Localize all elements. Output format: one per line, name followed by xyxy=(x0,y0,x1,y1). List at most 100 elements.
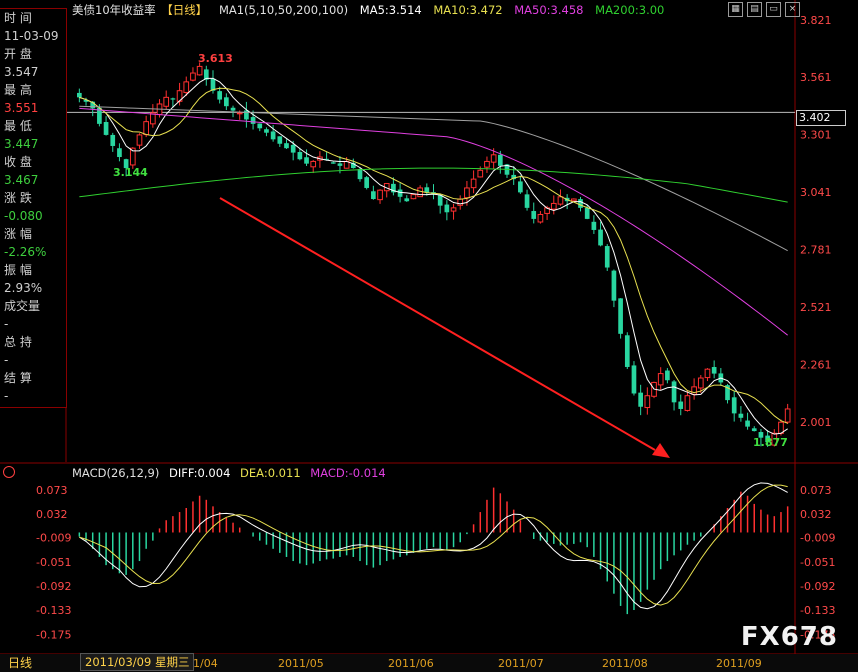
macd-tick-label: -0.133 xyxy=(800,604,835,617)
candle-body xyxy=(598,229,603,246)
candle-body xyxy=(745,420,750,427)
chart-toolbar: ▦ ▤ ▭ × xyxy=(728,2,800,17)
candle-body xyxy=(570,198,577,202)
candle-body xyxy=(404,198,410,202)
candle-body xyxy=(236,112,243,115)
ma5-line xyxy=(79,77,788,435)
candle-body xyxy=(310,160,317,168)
candle-body xyxy=(270,131,276,140)
candle-body xyxy=(731,397,737,414)
candle-body xyxy=(624,335,630,367)
candle-body xyxy=(103,122,109,135)
macd-params-label[interactable]: MACD(26,12,9) xyxy=(72,466,159,480)
volume-value: - xyxy=(4,317,9,331)
macd-header: MACD(26,12,9) DIFF:0.004 DEA:0.011 MACD:… xyxy=(72,466,392,482)
open-value: 3.547 xyxy=(4,65,39,79)
candle-body xyxy=(557,196,564,205)
candle-body xyxy=(357,169,363,180)
chart-canvas[interactable]: 3.821 3.561 3.301 3.041 2.781 2.521 2.261 2.001… xyxy=(0,0,858,672)
candle-body xyxy=(77,92,82,98)
candle-body xyxy=(143,121,150,136)
macd-diff-label: DIFF:0.004 xyxy=(169,466,231,480)
hold-label: 总 持 xyxy=(4,335,32,349)
candle-body xyxy=(337,163,343,166)
watermark-logo: FX678 xyxy=(740,622,838,652)
candle-body xyxy=(711,367,717,374)
macd-tick-label: -0.009 xyxy=(800,532,835,545)
ma200-label: MA200:3.00 xyxy=(595,3,665,17)
candle-body xyxy=(196,65,203,76)
x-label-4: 2011/08 xyxy=(602,657,648,670)
macd-settings-icon[interactable] xyxy=(3,466,15,478)
candle-body xyxy=(477,169,484,178)
candle-body xyxy=(631,365,637,394)
candle-body xyxy=(578,199,583,208)
candle-body xyxy=(330,162,336,164)
price-tick-label: 3.301 xyxy=(800,129,832,142)
macd-tick-label: 0.032 xyxy=(800,508,832,521)
chart-root: 3.821 3.561 3.301 3.041 2.781 2.521 2.261 2.001… xyxy=(0,0,858,672)
candle-body xyxy=(531,211,537,219)
candle-body xyxy=(217,91,223,100)
high-value: 3.551 xyxy=(4,101,39,115)
candle-body xyxy=(437,195,443,206)
x-label-3: 2011/07 xyxy=(498,657,544,670)
current-price-tag: 3.402 xyxy=(796,110,846,126)
close-icon[interactable]: × xyxy=(785,2,800,17)
candle-body xyxy=(371,191,376,200)
x-label-5: 2011/09 xyxy=(716,657,762,670)
ma5-label: MA5:3.514 xyxy=(359,3,422,17)
ma100-line xyxy=(79,105,788,252)
candle-body xyxy=(304,157,309,164)
candle-body xyxy=(277,136,283,144)
candle-body xyxy=(290,144,296,153)
candle-body xyxy=(284,143,289,149)
grid-toggle-icon[interactable]: ▦ xyxy=(728,2,743,17)
macd-tick-label-left: -0.175 xyxy=(36,629,71,642)
amp-value: 2.93% xyxy=(4,281,43,295)
price-tick-label: 2.261 xyxy=(800,359,832,372)
candle-body xyxy=(784,408,791,423)
candle-body xyxy=(450,207,457,212)
pct-value: -2.26% xyxy=(4,245,47,259)
ma10-label: MA10:3.472 xyxy=(433,3,503,17)
price-tick-label: 3.561 xyxy=(800,71,832,84)
period-tab[interactable]: 日线 xyxy=(0,655,64,671)
low-label: 最 低 xyxy=(4,119,32,133)
candle-body xyxy=(697,377,704,389)
candle-body xyxy=(424,187,430,193)
period-label[interactable]: 【日线】 xyxy=(161,3,207,17)
candle-body xyxy=(591,221,597,230)
candle-body xyxy=(230,107,236,111)
settle-label: 结 算 xyxy=(4,371,32,385)
candle-body xyxy=(691,386,697,395)
low-value: 3.447 xyxy=(4,137,39,151)
zoom-icon[interactable]: ▭ xyxy=(766,2,781,17)
candle-body xyxy=(484,160,490,168)
ma-params-label[interactable]: MA1(5,10,50,200,100) xyxy=(219,3,348,17)
price-tick-label: 3.821 xyxy=(800,14,832,27)
macd-tick-label-left: 0.073 xyxy=(36,484,68,497)
candle-body xyxy=(183,81,190,93)
macd-tick-label-left: 0.032 xyxy=(36,508,68,521)
candle-body xyxy=(704,368,711,379)
cursor-date-box: 2011/03/09 星期三 xyxy=(80,653,195,671)
candle-body xyxy=(264,129,269,133)
macd-tick-label: 0.073 xyxy=(800,484,832,497)
bar-toggle-icon[interactable]: ▤ xyxy=(747,2,762,17)
candle-body xyxy=(117,148,122,158)
candle-body xyxy=(678,401,684,409)
candle-body xyxy=(224,97,229,107)
x-label-1: 2011/05 xyxy=(278,657,324,670)
candle-body xyxy=(257,123,263,129)
candle-body xyxy=(738,413,744,418)
candle-body xyxy=(751,428,757,432)
candle-body xyxy=(671,381,677,403)
candle-body xyxy=(250,117,256,124)
change-value: -0.080 xyxy=(4,209,43,223)
candle-body xyxy=(470,178,477,189)
amp-label: 振 幅 xyxy=(4,263,32,277)
candle-body xyxy=(657,373,664,386)
pct-label: 涨 幅 xyxy=(4,227,32,241)
x-label-2: 2011/06 xyxy=(388,657,434,670)
